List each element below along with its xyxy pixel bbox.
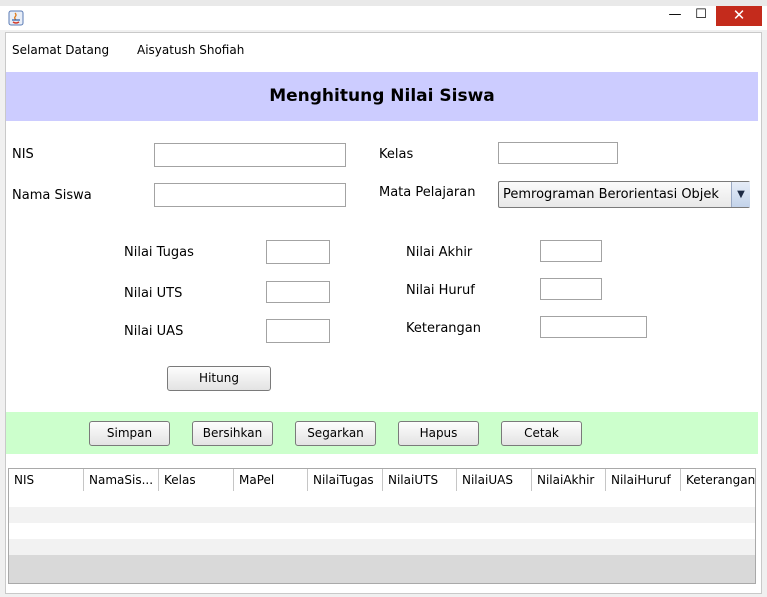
table-row[interactable] — [9, 539, 755, 555]
table-header: NIS NamaSis... Kelas MaPel NilaiTugas Ni… — [9, 469, 755, 492]
nis-input[interactable] — [154, 143, 346, 167]
nilai-huruf-input[interactable] — [540, 278, 602, 300]
table-row[interactable] — [9, 491, 755, 507]
hitung-button[interactable]: Hitung — [167, 366, 271, 391]
cetak-button[interactable]: Cetak — [501, 421, 582, 446]
nilai-akhir-label: Nilai Akhir — [406, 245, 473, 260]
bersihkan-button[interactable]: Bersihkan — [192, 421, 273, 446]
java-icon — [8, 10, 24, 26]
column-header-nama-siswa[interactable]: NamaSis... — [84, 469, 159, 491]
kelas-input[interactable] — [498, 142, 618, 164]
maximize-button[interactable]: ☐ — [690, 6, 712, 26]
nama-siswa-input[interactable] — [154, 183, 346, 207]
column-header-kelas[interactable]: Kelas — [159, 469, 234, 491]
nilai-tugas-label: Nilai Tugas — [124, 245, 194, 260]
nis-label: NIS — [12, 147, 34, 162]
nilai-table[interactable]: NIS NamaSis... Kelas MaPel NilaiTugas Ni… — [8, 468, 756, 584]
column-header-mapel[interactable]: MaPel — [234, 469, 308, 491]
column-header-nilai-uas[interactable]: NilaiUAS — [457, 469, 532, 491]
table-row[interactable] — [9, 523, 755, 539]
mata-pelajaran-selected: Pemrograman Berorientasi Objek — [503, 187, 719, 202]
column-header-nis[interactable]: NIS — [9, 469, 84, 491]
nilai-uas-label: Nilai UAS — [124, 324, 184, 339]
simpan-button[interactable]: Simpan — [89, 421, 170, 446]
user-name-label: Aisyatush Shofiah — [137, 43, 245, 57]
nama-siswa-label: Nama Siswa — [12, 188, 92, 203]
hapus-button[interactable]: Hapus — [398, 421, 479, 446]
column-header-nilai-uts[interactable]: NilaiUTS — [383, 469, 457, 491]
page-title: Menghitung Nilai Siswa — [269, 86, 495, 106]
column-header-keterangan[interactable]: Keterangan — [681, 469, 755, 491]
minimize-button[interactable]: — — [664, 6, 686, 26]
nilai-uts-input[interactable] — [266, 281, 330, 303]
nilai-uas-input[interactable] — [266, 319, 330, 343]
close-button[interactable]: ✕ — [716, 6, 762, 26]
table-empty-area — [9, 555, 755, 583]
welcome-label: Selamat Datang — [12, 43, 110, 57]
nilai-uts-label: Nilai UTS — [124, 286, 183, 301]
nilai-tugas-input[interactable] — [266, 240, 330, 264]
chevron-down-icon[interactable]: ▼ — [731, 182, 750, 207]
keterangan-input[interactable] — [540, 316, 647, 338]
segarkan-button[interactable]: Segarkan — [295, 421, 376, 446]
table-row[interactable] — [9, 507, 755, 523]
nilai-huruf-label: Nilai Huruf — [406, 283, 475, 298]
window-titlebar[interactable] — [0, 6, 767, 30]
nilai-akhir-input[interactable] — [540, 240, 602, 262]
mata-pelajaran-dropdown[interactable]: Pemrograman Berorientasi Objek ▼ — [498, 181, 750, 208]
column-header-nilai-huruf[interactable]: NilaiHuruf — [606, 469, 681, 491]
mata-pelajaran-label: Mata Pelajaran — [379, 185, 476, 200]
kelas-label: Kelas — [379, 147, 414, 162]
column-header-nilai-tugas[interactable]: NilaiTugas — [308, 469, 383, 491]
keterangan-label: Keterangan — [406, 321, 481, 336]
column-header-nilai-akhir[interactable]: NilaiAkhir — [532, 469, 606, 491]
